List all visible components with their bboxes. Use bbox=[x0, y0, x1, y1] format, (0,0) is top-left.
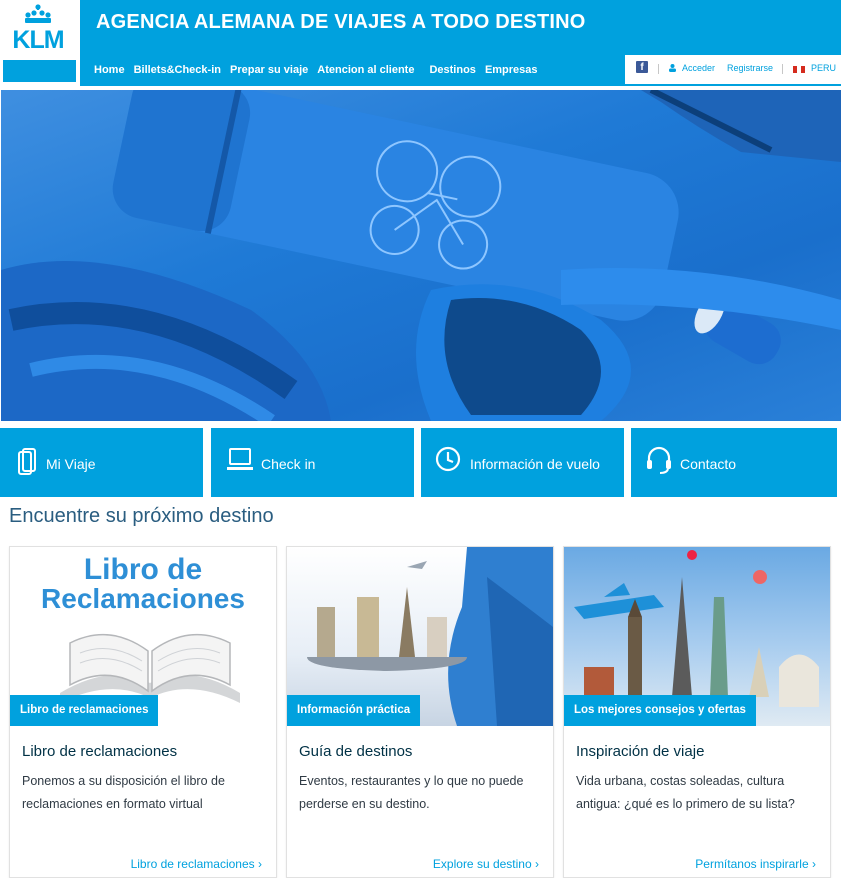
utility-bar: f Acceder Registrarse PERU bbox=[625, 55, 841, 84]
tile-mi-viaje[interactable]: Mi Viaje bbox=[0, 428, 203, 497]
logo-area: KLM bbox=[0, 0, 78, 86]
country-selector[interactable]: PERU bbox=[811, 63, 836, 73]
login-link[interactable]: Acceder bbox=[682, 63, 715, 73]
main-nav: Home Billets&Check-in Prepar su viaje At… bbox=[94, 64, 547, 76]
chevron-right-icon: › bbox=[258, 857, 262, 871]
card-image-heading: Reclamaciones bbox=[41, 583, 245, 614]
laptop-icon bbox=[227, 448, 253, 470]
card-guia-destinos[interactable]: Información práctica Guía de destinos Ev… bbox=[286, 546, 554, 878]
headset-icon bbox=[647, 446, 671, 474]
card-description: Eventos, restaurantes y lo que no puede … bbox=[299, 774, 524, 811]
card-title: Guía de destinos bbox=[299, 743, 413, 760]
card-link-label: Permítanos inspirarle bbox=[695, 857, 809, 871]
nav-billets-checkin[interactable]: Billets&Check-in bbox=[134, 64, 221, 76]
logo-bar bbox=[3, 60, 76, 82]
tile-label: Información de vuelo bbox=[470, 456, 600, 472]
tile-label: Mi Viaje bbox=[46, 456, 96, 472]
nav-destinos[interactable]: Destinos bbox=[429, 64, 475, 76]
peru-flag-icon bbox=[793, 66, 805, 73]
nav-prepar-viaje[interactable]: Prepar su viaje bbox=[230, 64, 308, 76]
card-badge: Libro de reclamaciones bbox=[10, 695, 159, 726]
chevron-right-icon: › bbox=[535, 857, 539, 871]
card-link-label: Explore su destino bbox=[432, 857, 532, 871]
hero-image bbox=[1, 90, 841, 421]
phone-icon bbox=[18, 448, 36, 475]
site-title: AGENCIA ALEMANA DE VIAJES A TODO DESTINO bbox=[96, 11, 586, 33]
card-badge: Los mejores consejos y ofertas bbox=[564, 695, 756, 726]
register-link[interactable]: Registrarse bbox=[727, 63, 773, 73]
card-badge: Información práctica bbox=[287, 695, 421, 726]
card-link[interactable]: Explore su destino › bbox=[433, 857, 539, 871]
nav-atencion-cliente[interactable]: Atencion al cliente bbox=[317, 64, 414, 76]
card-description: Ponemos a su disposición el libro de rec… bbox=[22, 774, 225, 811]
tile-check-in[interactable]: Check in bbox=[211, 428, 414, 497]
tile-label: Check in bbox=[261, 456, 316, 472]
card-image-heading: Libro de bbox=[83, 553, 203, 586]
divider bbox=[782, 64, 783, 74]
facebook-icon[interactable]: f bbox=[636, 61, 648, 73]
card-libro-reclamaciones[interactable]: Libro de Reclamaciones Libro de reclamac… bbox=[9, 546, 277, 878]
klm-logo-text: KLM bbox=[12, 26, 64, 54]
section-title: Encuentre su próximo destino bbox=[9, 505, 274, 527]
card-link-label: Libro de reclamaciones bbox=[130, 857, 255, 871]
nav-empresas[interactable]: Empresas bbox=[485, 64, 538, 76]
nav-home[interactable]: Home bbox=[94, 64, 125, 76]
user-icon bbox=[669, 64, 676, 72]
tile-label: Contacto bbox=[680, 456, 737, 472]
card-link[interactable]: Libro de reclamaciones › bbox=[131, 857, 262, 871]
card-description: Vida urbana, costas soleadas, cultura an… bbox=[576, 774, 795, 811]
tile-informacion-vuelo[interactable]: Información de vuelo bbox=[421, 428, 624, 497]
chevron-right-icon: › bbox=[812, 857, 816, 871]
card-title: Inspiración de viaje bbox=[576, 743, 705, 760]
crown-icon bbox=[25, 4, 51, 23]
clock-icon bbox=[435, 446, 461, 472]
divider bbox=[658, 64, 659, 74]
hero-illustration bbox=[1, 90, 841, 421]
card-title: Libro de reclamaciones bbox=[22, 743, 178, 760]
card-inspiracion-viaje[interactable]: Los mejores consejos y ofertas Inspiraci… bbox=[563, 546, 831, 878]
card-link[interactable]: Permítanos inspirarle › bbox=[695, 857, 816, 871]
tile-contacto[interactable]: Contacto bbox=[631, 428, 837, 497]
